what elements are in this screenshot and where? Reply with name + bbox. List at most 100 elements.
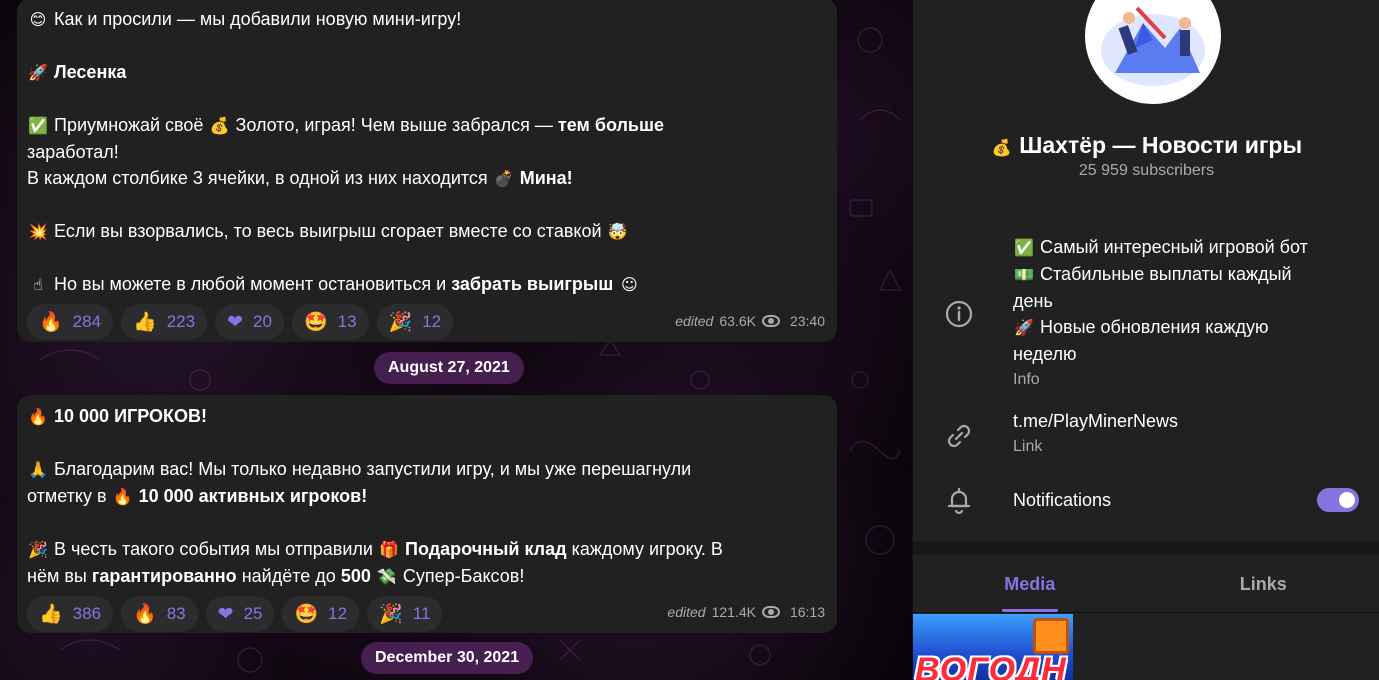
- reaction-emoji-icon: 👍: [39, 603, 63, 625]
- post-text: заработал!: [27, 142, 119, 162]
- edited-label: edited: [675, 313, 714, 329]
- reaction-emoji-icon: 👍: [133, 311, 157, 333]
- reaction-button[interactable]: 🎉 11: [367, 596, 443, 632]
- reaction-button[interactable]: 👍 223: [121, 304, 208, 340]
- description-line: день: [1013, 288, 1308, 314]
- thumbnail-caption: ВОГОДН: [915, 651, 1067, 680]
- reaction-emoji-icon: 🤩: [303, 311, 328, 333]
- subscriber-count: 25 959 subscribers: [1078, 162, 1215, 179]
- post-text: нём вы: [27, 566, 87, 586]
- reaction-count: 20: [253, 312, 272, 331]
- eye-icon: [761, 606, 780, 618]
- channel-description: ✅ Самый интересный игровой бот 💵 Стабильн…: [1013, 234, 1308, 393]
- reaction-count: 223: [166, 312, 196, 331]
- emoji-icon: 🤯: [607, 222, 628, 241]
- reaction-count: 12: [328, 604, 348, 623]
- post-text: Золото, играя! Чем выше забрался —: [235, 115, 553, 135]
- channel-title-text: Шахтёр — Новости игры: [1019, 132, 1303, 158]
- reaction-button[interactable]: ❤ 25: [205, 596, 275, 632]
- post-time: 16:13: [789, 604, 825, 620]
- notifications-toggle[interactable]: [1317, 488, 1359, 512]
- channel-description-row[interactable]: ✅ Самый интересный игровой бот 💵 Стабильн…: [913, 232, 1379, 392]
- link-icon: [947, 424, 971, 448]
- edited-label: edited: [667, 604, 706, 620]
- gift-box-image: [1033, 618, 1069, 654]
- description-text: день: [1013, 291, 1053, 311]
- reaction-button[interactable]: 👍 386: [27, 596, 114, 632]
- post-text-line: [27, 510, 827, 536]
- emoji-icon: 🙏: [28, 460, 48, 479]
- reaction-count: 12: [422, 312, 442, 331]
- emoji-icon: ☝: [33, 275, 43, 294]
- post-text: найдёте до: [241, 566, 336, 586]
- emoji-icon: 😊: [29, 10, 47, 29]
- emoji-icon: 🔥: [28, 407, 48, 426]
- emoji-icon: 💥: [28, 222, 48, 241]
- post-bold-text: забрать выигрыш: [451, 274, 614, 294]
- post-text-line: 🔥 10 000 ИГРОКОВ!: [27, 403, 827, 430]
- post-text: Как и просили — мы добавили новую мини-и…: [54, 9, 462, 29]
- post-text-line: [27, 430, 827, 456]
- reaction-count: 11: [412, 604, 431, 623]
- media-tabs: Media Links: [913, 555, 1379, 613]
- reaction-emoji-icon: 🔥: [39, 311, 63, 333]
- emoji-icon: 🎉: [28, 540, 48, 559]
- reaction-count: 83: [166, 604, 186, 623]
- post-bold-text: 10 000 активных игроков!: [138, 486, 368, 506]
- notifications-label: Notifications: [1013, 490, 1112, 510]
- info-label: Info: [1013, 371, 1040, 388]
- post-text-line: нём вы гарантированно найдёте до 500 💸 С…: [27, 563, 827, 590]
- emoji-icon: 💸: [376, 567, 397, 586]
- tab-links[interactable]: Links: [1147, 555, 1379, 612]
- description-text: Стабильные выплаты каждый: [1040, 264, 1292, 284]
- emoji-icon: 🎁: [379, 540, 399, 559]
- chat-area[interactable]: 😊 Как и просили — мы добавили новую мини…: [0, 0, 912, 680]
- emoji-icon: 🚀: [28, 63, 48, 82]
- post-text: В каждом столбике 3 ячейки, в одной из н…: [27, 168, 488, 188]
- post-text-line: 🙏 Благодарим вас! Мы только недавно запу…: [27, 456, 827, 483]
- post-text: каждому игроку. В: [571, 539, 723, 559]
- description-text: неделю: [1013, 344, 1077, 364]
- post-text: Если вы взорвались, то весь выигрыш сгор…: [54, 221, 602, 241]
- tab-media[interactable]: Media: [913, 555, 1147, 612]
- post-text: Приумножай своё: [54, 115, 204, 135]
- reaction-count: 386: [72, 604, 102, 623]
- post-text: Супер-Баксов!: [402, 566, 525, 586]
- post-text-line: В каждом столбике 3 ячейки, в одной из н…: [27, 165, 827, 192]
- post-text-line: ☝ Но вы можете в любой момент остановить…: [27, 271, 827, 298]
- reaction-button[interactable]: 🤩 13: [291, 304, 369, 340]
- media-thumbnail[interactable]: ВОГОДН: [913, 614, 1073, 680]
- reaction-emoji-icon: 🎉: [379, 603, 403, 625]
- post-time: 23:40: [789, 313, 825, 329]
- reaction-button[interactable]: 🎉 12: [376, 304, 454, 340]
- description-line: неделю: [1013, 341, 1308, 367]
- channel-post[interactable]: 🔥 10 000 ИГРОКОВ! 🙏 Благодарим вас! Мы то…: [17, 395, 837, 633]
- post-text-line: 🚀 Лесенка: [27, 59, 827, 86]
- reaction-emoji-icon: 🎉: [388, 311, 413, 333]
- reaction-button[interactable]: 🔥 83: [121, 596, 198, 632]
- emoji-icon: 🔥: [112, 487, 133, 506]
- post-text-line: заработал!: [27, 139, 827, 165]
- section-divider: [913, 541, 1379, 555]
- post-bold-text: гарантированно: [91, 566, 237, 586]
- reaction-button[interactable]: 🔥 284: [27, 304, 114, 340]
- channel-title: 💰 Шахтёр — Новости игры: [913, 132, 1379, 159]
- reaction-emoji-icon: ❤: [217, 603, 234, 625]
- channel-post[interactable]: 😊 Как и просили — мы добавили новую мини…: [17, 0, 837, 342]
- reaction-emoji-icon: 🔥: [133, 603, 157, 625]
- notifications-row[interactable]: Notifications: [913, 480, 1379, 524]
- post-text: Но вы можете в любой момент остановиться…: [54, 274, 447, 294]
- reaction-button[interactable]: ❤ 20: [215, 304, 284, 340]
- reaction-button[interactable]: 🤩 12: [282, 596, 360, 632]
- post-text: В честь такого события мы отправили: [54, 539, 373, 559]
- moneybag-icon: 💰: [991, 138, 1012, 157]
- post-meta: edited 121.4K 16:13: [667, 599, 825, 625]
- channel-link[interactable]: t.me/PlayMinerNews: [1013, 408, 1178, 434]
- emoji-icon: 💣: [493, 169, 514, 188]
- post-bold-text: 10 000 ИГРОКОВ!: [54, 406, 207, 426]
- channel-avatar[interactable]: [1085, 0, 1221, 104]
- channel-link-row[interactable]: t.me/PlayMinerNews Link: [913, 408, 1379, 464]
- post-text: Благодарим вас! Мы только недавно запуст…: [54, 459, 692, 479]
- post-text-line: отметку в 🔥 10 000 активных игроков!: [27, 483, 827, 510]
- post-text-line: [27, 86, 827, 112]
